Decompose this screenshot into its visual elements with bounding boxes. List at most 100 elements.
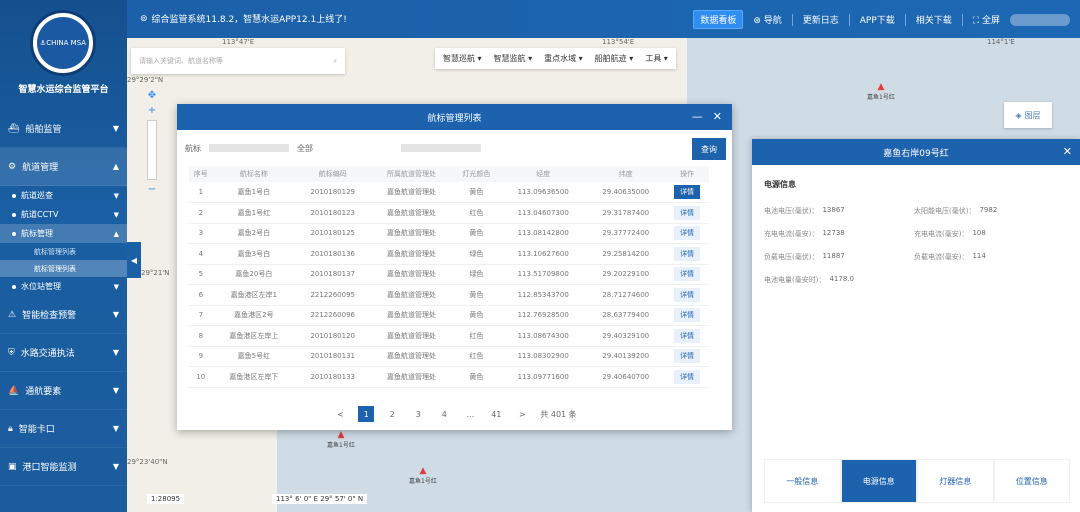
sidebar-subsub-buoy-list[interactable]: 航标管理列表	[0, 243, 127, 260]
sidebar-sub-water-level[interactable]: 水位站管理 ▼	[0, 277, 127, 296]
info-cell: 充电电流(毫安)： 108	[914, 229, 1064, 239]
action-cell: 详情	[665, 182, 709, 203]
table-cell: 嘉鱼港区2号	[212, 305, 296, 326]
sidebar-item-navigation-elements[interactable]: ⛵ 通航要素 ▼	[0, 372, 127, 410]
filter-label: 航标	[185, 143, 201, 153]
table-cell: 嘉鱼航道管理处	[370, 243, 453, 265]
divider	[848, 13, 850, 26]
pan-icon[interactable]: ✥	[148, 90, 156, 101]
detail-button[interactable]: 详情	[674, 267, 701, 282]
filter-select-all[interactable]: 全部	[297, 143, 313, 154]
layers-icon: ◈	[1015, 110, 1022, 120]
detail-button[interactable]: 详情	[674, 349, 701, 364]
toolbar-smart-monitor[interactable]: 智慧监航 ▾	[494, 53, 533, 64]
table-cell: 28.63779400	[586, 305, 666, 326]
detail-button[interactable]: 详情	[674, 226, 701, 241]
detail-button[interactable]: 详情	[674, 287, 701, 302]
page-41[interactable]: 41	[488, 406, 504, 422]
divider	[904, 13, 906, 26]
table-cell: 29.40640700	[586, 366, 666, 388]
page-next[interactable]: >	[514, 406, 530, 422]
zoom-slider[interactable]	[147, 120, 157, 180]
nav-link-changelog[interactable]: 更新日志	[803, 13, 839, 26]
sidebar-item-channel-management[interactable]: ⚙ 航道管理 ▲	[0, 148, 127, 186]
search-icon[interactable]: ⌕	[333, 57, 337, 66]
fullscreen-label: 全屏	[981, 16, 1000, 26]
map-search-box[interactable]: 请输入关键词、航道名称等 ⌕	[131, 48, 345, 74]
nav-link-downloads[interactable]: 相关下载	[916, 13, 952, 26]
sidebar-sub-cctv[interactable]: 航道CCTV ▼	[0, 205, 127, 224]
fullscreen-button[interactable]: ⛶ 全屏	[973, 13, 1000, 26]
filter-input-2[interactable]	[401, 144, 481, 152]
chevron-down-icon: ▼	[112, 386, 119, 395]
sidebar-item-smart-checkpoint[interactable]: 🔒︎ 智能卡口 ▼	[0, 410, 127, 448]
map-marker[interactable]: ▲ 嘉鱼1号红	[867, 82, 895, 101]
sidebar-item-port-monitoring[interactable]: ▣ 港口智能监测 ▼	[0, 448, 127, 486]
column-header: 操作	[665, 166, 709, 182]
close-icon[interactable]: ✕	[1063, 145, 1072, 158]
detail-button[interactable]: 详情	[674, 328, 701, 343]
tab-power-info[interactable]: 电源信息	[840, 459, 917, 503]
action-cell: 详情	[665, 202, 709, 224]
table-cell: 2010180123	[295, 202, 371, 224]
table-cell: 黄色	[452, 284, 501, 306]
tab-general-info[interactable]: 一般信息	[764, 459, 841, 503]
query-button[interactable]: 查询	[692, 138, 726, 160]
map-search-input[interactable]: 请输入关键词、航道名称等	[139, 56, 223, 66]
chevron-down-icon: ▼	[112, 310, 119, 319]
chevron-down-icon: ▼	[112, 124, 119, 133]
sidebar-sub-patrol[interactable]: 航道巡查 ▼	[0, 186, 127, 205]
nav-link-guide[interactable]: ⊛ 导航	[753, 13, 781, 26]
map-marker[interactable]: ▲ 嘉鱼1号红	[409, 466, 437, 485]
lock-icon: 🔒︎	[8, 423, 13, 434]
map-marker[interactable]: ▲ 嘉鱼1号红	[327, 430, 355, 449]
sidebar-subsub-buoy-list-active[interactable]: 航标管理列表	[0, 260, 127, 277]
sidebar-sub-buoy-management[interactable]: 航标管理 ▲	[0, 224, 127, 243]
panel-tabs: 一般信息 电源信息 灯器信息 位置信息	[764, 459, 1070, 503]
zoom-out-button[interactable]: −	[148, 184, 156, 195]
table-cell: 113.09636500	[500, 182, 587, 203]
page-3[interactable]: 3	[410, 406, 426, 422]
table-cell: 29.20229100	[586, 264, 666, 285]
table-row: 10 嘉鱼港区左岸下 2010180133 嘉鱼航道管理处 黄色 113.09771600…	[189, 366, 709, 388]
sidebar-item-label: 水路交通执法	[20, 349, 75, 359]
table-cell: 7	[189, 305, 213, 326]
sidebar-item-ship-supervision[interactable]: ⛴ 船舶监管 ▼	[0, 110, 127, 148]
layer-button[interactable]: ◈ 图层	[1004, 102, 1052, 128]
chevron-down-icon: ▼	[112, 348, 119, 357]
data-board-button[interactable]: 数据看板	[693, 10, 744, 29]
msa-logo: ⚓ CHINA MSA	[30, 10, 96, 76]
page-1[interactable]: 1	[358, 406, 375, 422]
tab-position-info[interactable]: 位置信息	[993, 459, 1070, 503]
detail-button[interactable]: 详情	[674, 369, 701, 384]
nav-link-app-download[interactable]: APP下载	[860, 13, 895, 26]
buoy-icon: ▲	[419, 466, 427, 476]
toolbar-ship-track[interactable]: 船舶航迹 ▾	[595, 53, 634, 64]
info-cell: 电池电量(毫安时)： 4178.0	[764, 275, 914, 285]
minimize-icon[interactable]: —	[692, 110, 703, 123]
page-prev[interactable]: <	[332, 406, 348, 422]
table-cell: 29.40635000	[586, 182, 666, 203]
page-ellipsis[interactable]: ...	[462, 406, 478, 422]
detail-button[interactable]: 详情	[674, 308, 701, 323]
user-avatar[interactable]	[1010, 13, 1070, 26]
toolbar-tools[interactable]: 工具 ▾	[645, 53, 668, 64]
close-icon[interactable]: ✕	[713, 110, 722, 123]
map-scale: 1:28095	[147, 494, 185, 504]
action-cell: 详情	[665, 243, 709, 265]
tab-lamp-info[interactable]: 灯器信息	[917, 459, 994, 503]
map-toolbar: 智慧巡航 ▾ 智慧监航 ▾ 重点水域 ▾ 船舶航迹 ▾ 工具 ▾	[435, 48, 676, 69]
toolbar-smart-cruise[interactable]: 智慧巡航 ▾	[443, 53, 482, 64]
page-4[interactable]: 4	[436, 406, 452, 422]
detail-button[interactable]: 详情	[674, 205, 701, 220]
page-2[interactable]: 2	[384, 406, 400, 422]
toolbar-key-waters[interactable]: 重点水域 ▾	[544, 53, 583, 64]
zoom-in-button[interactable]: +	[148, 105, 156, 116]
action-cell: 详情	[665, 346, 709, 367]
sidebar-item-law-enforcement[interactable]: ⛨ 水路交通执法 ▼	[0, 334, 127, 372]
detail-button[interactable]: 详情	[674, 185, 701, 199]
detail-button[interactable]: 详情	[674, 246, 701, 261]
filter-input[interactable]	[209, 144, 289, 152]
sidebar-collapse-button[interactable]: ◀	[127, 242, 141, 278]
sidebar-item-smart-inspection[interactable]: ⚠ 智能检查预警 ▼	[0, 296, 127, 334]
